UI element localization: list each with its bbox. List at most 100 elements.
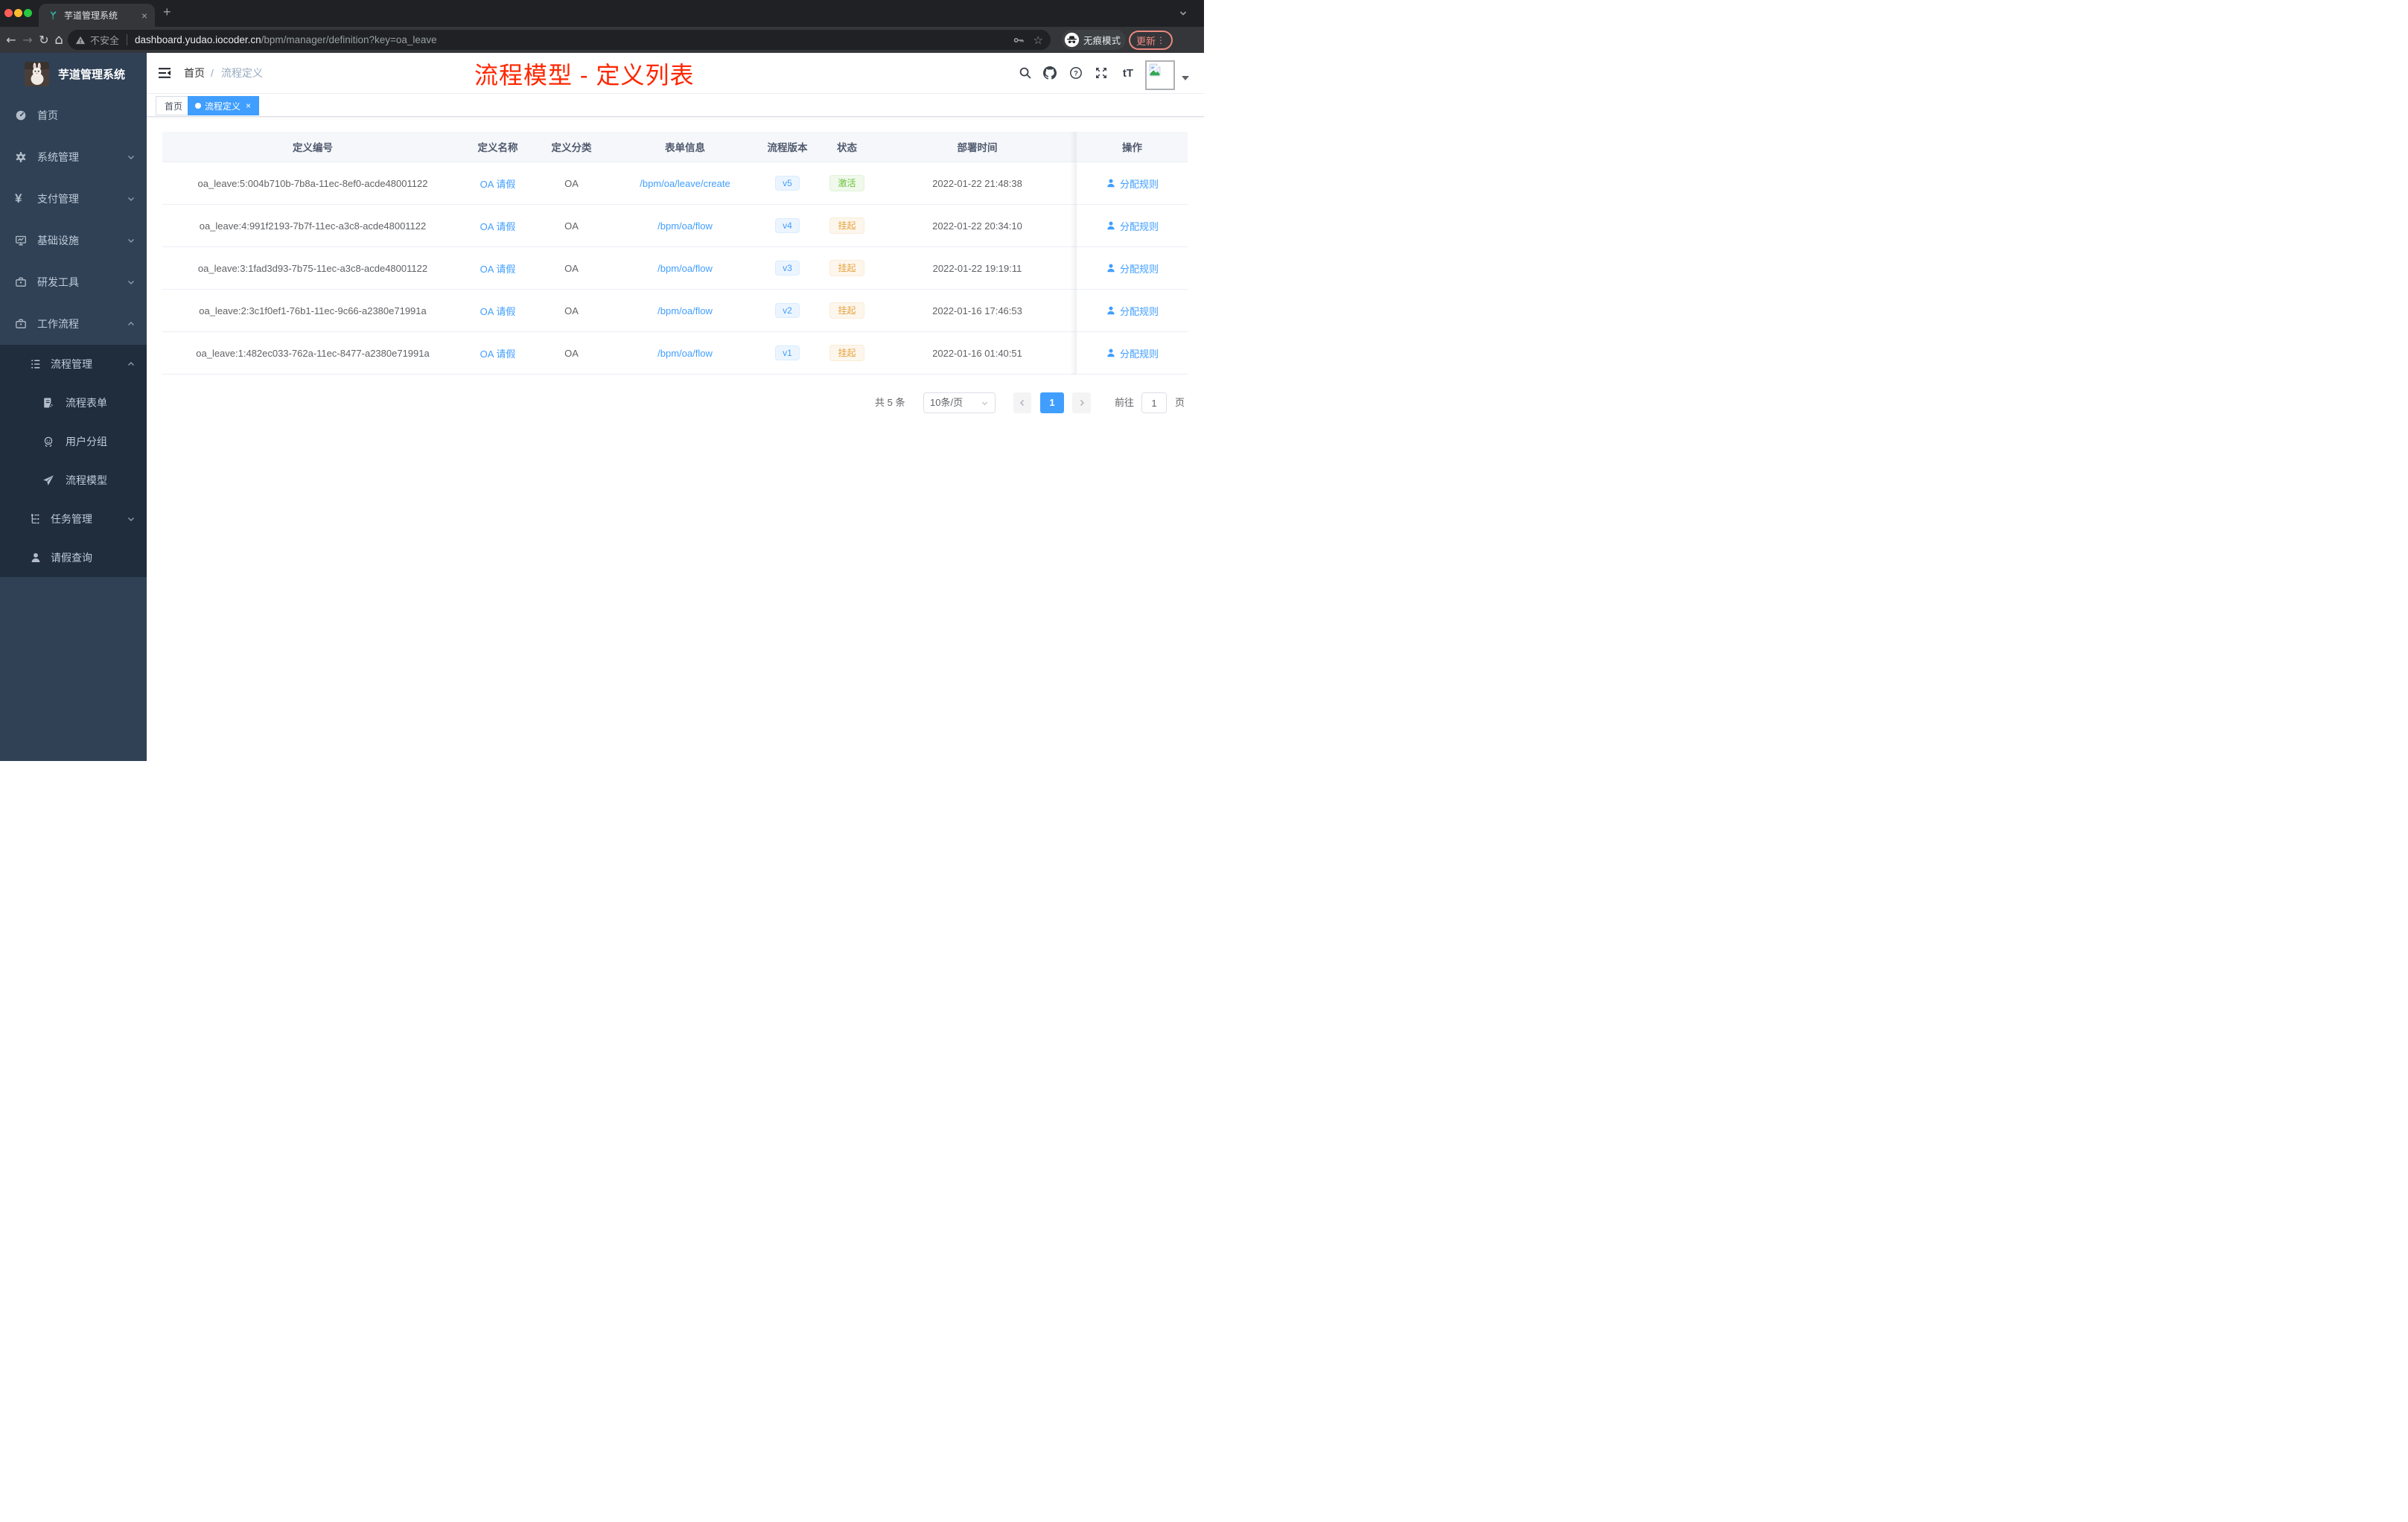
avatar[interactable] xyxy=(1145,60,1175,90)
fullscreen-icon[interactable] xyxy=(1095,66,1108,80)
definition-name-link[interactable]: OA 请假 xyxy=(480,304,516,318)
new-tab-button[interactable]: + xyxy=(163,4,171,20)
bookmark-star-icon[interactable]: ☆ xyxy=(1033,34,1043,47)
sidebar-item-label: 请假查询 xyxy=(51,552,92,564)
sidebar-item-task-management[interactable]: 任务管理 xyxy=(0,500,147,538)
macos-minimize-button[interactable] xyxy=(14,9,22,17)
version-badge: v2 xyxy=(775,303,800,318)
breadcrumb-home[interactable]: 首页 xyxy=(184,53,205,93)
goto-page-input[interactable] xyxy=(1141,392,1167,413)
sidebar-item-process-model[interactable]: 流程模型 xyxy=(0,461,147,500)
search-icon[interactable] xyxy=(1019,66,1032,80)
status-badge: 挂起 xyxy=(829,217,864,234)
form-link[interactable]: /bpm/oa/flow xyxy=(657,263,713,274)
assign-rule-button[interactable]: 分配规则 xyxy=(1120,219,1159,233)
monitor-icon xyxy=(16,235,26,246)
prev-page-button[interactable] xyxy=(1013,392,1031,413)
sidebar-item-workflow[interactable]: 工作流程 xyxy=(0,303,147,345)
list-icon xyxy=(31,360,40,369)
breadcrumb-current: 流程定义 xyxy=(221,67,263,79)
incognito-badge: 无痕模式 xyxy=(1062,30,1126,50)
reload-icon[interactable]: ↻ xyxy=(36,31,52,48)
definition-name-link[interactable]: OA 请假 xyxy=(480,261,516,276)
sidebar-item-dev-tools[interactable]: 研发工具 xyxy=(0,261,147,303)
sidebar-logo[interactable]: 芋道管理系统 xyxy=(0,53,147,95)
tag-process-definition[interactable]: 流程定义 × xyxy=(188,96,259,115)
definition-name-link[interactable]: OA 请假 xyxy=(480,176,516,191)
assign-rule-button[interactable]: 分配规则 xyxy=(1120,261,1159,276)
sidebar-item-leave-query[interactable]: 请假查询 xyxy=(0,538,147,577)
update-chrome-button[interactable]: 更新 ⋮ xyxy=(1129,31,1173,50)
form-link[interactable]: /bpm/oa/flow xyxy=(657,348,713,359)
tab-search-icon[interactable] xyxy=(1179,9,1188,18)
chevron-right-icon xyxy=(1080,399,1084,407)
next-page-button[interactable] xyxy=(1072,392,1091,413)
sidebar-item-infrastructure[interactable]: 基础设施 xyxy=(0,220,147,261)
broken-image-icon xyxy=(1149,63,1161,77)
password-key-icon[interactable] xyxy=(1013,34,1025,46)
form-link[interactable]: /bpm/oa/flow xyxy=(657,305,713,316)
page-size-select[interactable]: 10条/页 xyxy=(923,392,996,413)
table-header-row: 定义编号 定义名称 定义分类 表单信息 流程版本 状态 部署时间 操作 xyxy=(162,132,1188,162)
assign-user-icon xyxy=(1107,221,1115,230)
macos-zoom-button[interactable] xyxy=(24,9,32,17)
form-link[interactable]: /bpm/oa/leave/create xyxy=(640,178,730,189)
sidebar-item-label: 流程表单 xyxy=(66,397,107,409)
table-row: oa_leave:1:482ec033-762a-11ec-8477-a2380… xyxy=(162,332,1188,375)
browser-tab[interactable]: 芋道管理系统 × xyxy=(39,4,155,27)
app-title: 芋道管理系统 xyxy=(58,68,126,81)
goto-unit-label: 页 xyxy=(1175,397,1185,408)
sidebar-item-process-management[interactable]: 流程管理 xyxy=(0,345,147,383)
form-link[interactable]: /bpm/oa/flow xyxy=(657,220,713,232)
svg-text:?: ? xyxy=(1074,69,1078,77)
macos-close-button[interactable] xyxy=(4,9,13,17)
chevron-down-icon xyxy=(128,281,134,284)
definition-name-link[interactable]: OA 请假 xyxy=(480,346,516,360)
tag-home[interactable]: 首页 xyxy=(156,96,192,115)
table-row: oa_leave:3:1fad3d93-7b75-11ec-a3c8-acde4… xyxy=(162,247,1188,290)
assign-rule-button[interactable]: 分配规则 xyxy=(1120,346,1159,360)
sidebar-item-system[interactable]: 系统管理 xyxy=(0,136,147,178)
table-row: oa_leave:4:991f2193-7b7f-11ec-a3c8-acde4… xyxy=(162,205,1188,247)
definition-name-link[interactable]: OA 请假 xyxy=(480,219,516,233)
browser-menu-dots-icon[interactable]: ⋮ xyxy=(1156,35,1165,45)
cell-definition-id: oa_leave:1:482ec033-762a-11ec-8477-a2380… xyxy=(162,332,463,375)
tag-close-icon[interactable]: × xyxy=(246,101,251,111)
status-badge: 激活 xyxy=(829,175,864,191)
assign-rule-button[interactable]: 分配规则 xyxy=(1120,176,1159,191)
column-header: 状态 xyxy=(815,132,879,162)
github-icon[interactable] xyxy=(1043,66,1057,80)
back-icon[interactable]: ← xyxy=(3,31,19,48)
sidebar-item-label: 工作流程 xyxy=(37,318,79,330)
avatar-dropdown-caret-icon[interactable] xyxy=(1182,76,1189,80)
gear-icon xyxy=(16,152,26,162)
tab-close-icon[interactable]: × xyxy=(141,10,147,22)
not-secure-warning-icon xyxy=(75,36,86,44)
sidebar-item-process-form[interactable]: 流程表单 xyxy=(0,383,147,422)
sidebar-item-home[interactable]: 首页 xyxy=(0,95,147,136)
table-row: oa_leave:2:3c1f0ef1-76b1-11ec-9c66-a2380… xyxy=(162,290,1188,332)
assign-rule-button[interactable]: 分配规则 xyxy=(1120,304,1159,318)
sidebar-item-label: 流程管理 xyxy=(51,358,92,370)
forward-icon[interactable]: → xyxy=(19,31,36,48)
font-size-icon[interactable]: tT xyxy=(1118,67,1138,80)
sidebar-item-payment[interactable]: ¥ 支付管理 xyxy=(0,178,147,220)
sidebar-item-label: 用户分组 xyxy=(66,436,107,448)
column-header: 定义编号 xyxy=(162,132,463,162)
url-domain: dashboard.yudao.iocoder.cn xyxy=(135,34,261,45)
page-number-button[interactable]: 1 xyxy=(1040,392,1064,413)
cell-deploy-time: 2022-01-22 19:19:11 xyxy=(879,247,1076,290)
yudao-favicon xyxy=(50,11,57,20)
version-badge: v4 xyxy=(775,218,800,233)
cell-category: OA xyxy=(532,290,611,332)
help-icon[interactable]: ? xyxy=(1069,66,1083,80)
cell-category: OA xyxy=(532,332,611,375)
address-bar[interactable]: 不安全 dashboard.yudao.iocoder.cn/bpm/manag… xyxy=(68,30,1051,50)
column-header: 表单信息 xyxy=(611,132,759,162)
sidebar-item-label: 首页 xyxy=(37,109,58,121)
sidebar-item-user-group[interactable]: 用户分组 xyxy=(0,422,147,461)
tag-label: 流程定义 xyxy=(205,101,241,112)
home-icon[interactable]: ⌂ xyxy=(51,31,67,48)
column-header: 部署时间 xyxy=(879,132,1076,162)
collapse-sidebar-icon[interactable] xyxy=(158,66,171,80)
